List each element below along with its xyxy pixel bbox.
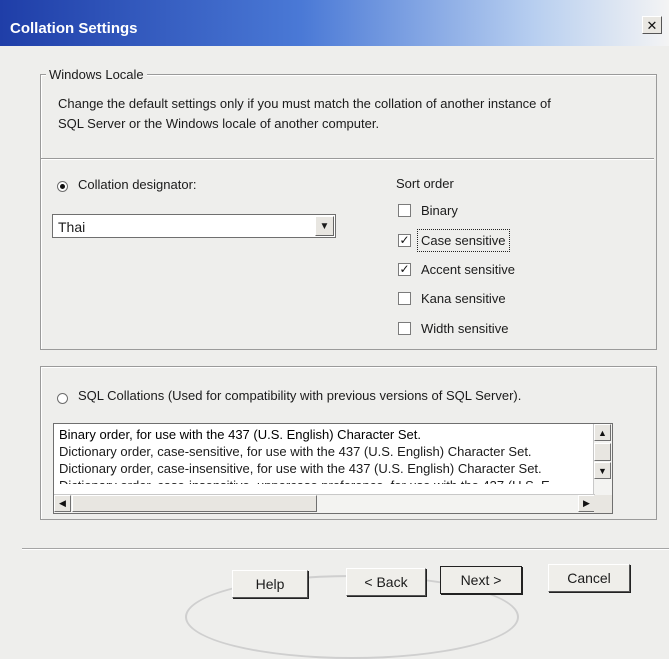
locale-description-line-2: SQL Server or the Windows locale of anot…: [58, 116, 380, 131]
arrow-up-icon: ▲: [598, 427, 607, 438]
sort-order-label: Sort order: [396, 176, 454, 191]
collation-designator-radio[interactable]: [57, 181, 68, 192]
windows-locale-label: Windows Locale: [46, 67, 147, 82]
scrollbar-corner: [594, 495, 612, 513]
next-button[interactable]: Next >: [440, 566, 522, 594]
accent-sensitive-label[interactable]: Accent sensitive: [421, 262, 515, 277]
checkmark-icon: ✓: [399, 233, 410, 247]
button-separator: [22, 548, 669, 550]
next-button-label: Next >: [460, 572, 502, 588]
cancel-button[interactable]: Cancel: [548, 564, 630, 592]
width-sensitive-label[interactable]: Width sensitive: [421, 321, 508, 336]
back-button[interactable]: < Back: [346, 568, 426, 596]
scroll-down-button[interactable]: ▼: [594, 462, 611, 479]
kana-sensitive-checkbox[interactable]: [398, 292, 411, 305]
list-item[interactable]: Binary order, for use with the 437 (U.S.…: [59, 427, 421, 442]
sql-collations-label[interactable]: SQL Collations (Used for compatibility w…: [78, 388, 521, 403]
back-button-label: < Back: [364, 574, 408, 590]
close-button[interactable]: ✕: [642, 16, 662, 34]
cancel-button-label: Cancel: [567, 570, 611, 586]
close-icon: ✕: [646, 17, 658, 33]
binary-checkbox[interactable]: [398, 204, 411, 217]
accent-sensitive-checkbox[interactable]: ✓: [398, 263, 411, 276]
help-button-label: Help: [255, 576, 285, 592]
arrow-left-icon: ◀: [59, 498, 66, 508]
sql-collations-listbox[interactable]: Binary order, for use with the 437 (U.S.…: [53, 423, 613, 514]
scroll-left-button[interactable]: ◀: [54, 495, 71, 512]
arrow-right-icon: ▶: [583, 498, 590, 508]
sql-collations-radio[interactable]: [57, 393, 68, 404]
collation-designator-combo[interactable]: Thai ▼: [52, 214, 336, 238]
locale-divider: [41, 158, 654, 160]
arrow-down-icon: ▼: [598, 465, 607, 476]
scroll-right-button[interactable]: ▶: [578, 495, 595, 512]
vertical-scrollbar[interactable]: ▲ ▼: [593, 424, 612, 496]
window-title: Collation Settings: [10, 20, 138, 37]
vertical-scroll-thumb[interactable]: [594, 443, 611, 461]
binary-label[interactable]: Binary: [421, 203, 458, 218]
kana-sensitive-label[interactable]: Kana sensitive: [421, 291, 506, 306]
help-button[interactable]: Help: [232, 570, 308, 598]
width-sensitive-checkbox[interactable]: [398, 322, 411, 335]
collation-designator-label[interactable]: Collation designator:: [78, 177, 197, 192]
list-item[interactable]: Dictionary order, case-insensitive, for …: [59, 461, 542, 476]
horizontal-scrollbar[interactable]: ◀ ▶: [54, 494, 595, 513]
case-sensitive-checkbox[interactable]: ✓: [398, 234, 411, 247]
horizontal-scroll-thumb[interactable]: [72, 495, 317, 512]
scroll-up-button[interactable]: ▲: [594, 424, 611, 441]
combo-dropdown-button[interactable]: ▼: [315, 216, 334, 236]
list-item[interactable]: Dictionary order, case-sensitive, for us…: [59, 444, 532, 459]
case-sensitive-label[interactable]: Case sensitive: [417, 229, 510, 252]
checkmark-icon: ✓: [399, 262, 410, 276]
collation-combo-value: Thai: [58, 219, 86, 235]
locale-description-line-1: Change the default settings only if you …: [58, 96, 551, 111]
chevron-down-icon: ▼: [319, 220, 330, 232]
title-bar: Collation Settings ✕: [0, 0, 669, 46]
list-item[interactable]: Dictionary order, case-insensitive, uppe…: [59, 478, 550, 484]
